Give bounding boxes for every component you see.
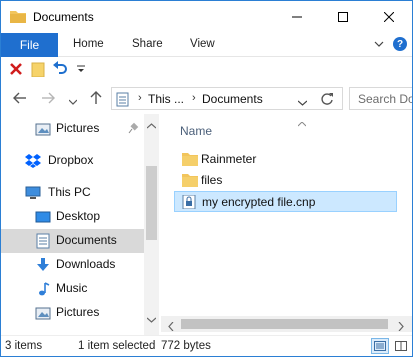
- selection-status: 1 item selected: [78, 340, 156, 352]
- breadcrumb-separator-icon[interactable]: ›: [192, 92, 196, 104]
- nav-item-music[interactable]: Music: [1, 277, 144, 301]
- up-icon[interactable]: [89, 91, 103, 108]
- file-name: Rainmeter: [201, 152, 257, 166]
- nav-label: Pictures: [56, 305, 100, 319]
- nav-item-pictures[interactable]: Pictures: [1, 301, 144, 325]
- scroll-down-icon[interactable]: [146, 312, 157, 326]
- horizontal-scrollbar[interactable]: [161, 316, 412, 332]
- this-pc-icon: [25, 185, 41, 201]
- folder-icon: [182, 152, 198, 166]
- undo-icon[interactable]: [52, 61, 68, 80]
- address-dropdown-icon[interactable]: [297, 95, 308, 109]
- folder-icon: [10, 10, 26, 23]
- status-bar: 3 items 1 item selected 772 bytes: [1, 335, 412, 356]
- pictures-icon: [35, 121, 51, 137]
- address-bar[interactable]: › This ... › Documents: [111, 87, 343, 110]
- details-view-icon: [374, 341, 386, 351]
- minimize-button[interactable]: [274, 1, 320, 33]
- explorer-window: Documents File Home Share View ? › This …: [0, 0, 413, 357]
- nav-item-pictures-quick[interactable]: Pictures: [1, 117, 144, 141]
- maximize-icon: [338, 12, 348, 22]
- large-icons-view-icon: [395, 341, 407, 351]
- nav-label: Pictures: [56, 121, 100, 135]
- breadcrumb-separator-icon[interactable]: ›: [138, 92, 142, 104]
- nav-item-this-pc[interactable]: This PC: [1, 181, 144, 205]
- breadcrumb-documents[interactable]: Documents: [202, 92, 263, 106]
- selection-size: 772 bytes: [161, 340, 211, 352]
- minimize-icon: [292, 16, 302, 18]
- details-view-button[interactable]: [371, 338, 389, 354]
- forward-icon[interactable]: [41, 91, 55, 108]
- sort-ascending-icon: [297, 116, 307, 130]
- file-row-encrypted[interactable]: my encrypted file.cnp: [174, 191, 397, 212]
- file-name: files: [201, 173, 223, 187]
- nav-label: Dropbox: [48, 153, 94, 167]
- scroll-left-icon[interactable]: [168, 320, 174, 334]
- column-header-name[interactable]: Name: [180, 124, 212, 138]
- back-icon[interactable]: [13, 91, 27, 108]
- nav-item-downloads[interactable]: Downloads: [1, 253, 144, 277]
- close-icon: [384, 12, 394, 22]
- search-input[interactable]: Search Documents: [349, 87, 412, 110]
- encrypted-file-icon: [182, 194, 198, 210]
- scroll-thumb[interactable]: [181, 319, 388, 329]
- new-folder-icon[interactable]: [30, 61, 46, 80]
- tab-view[interactable]: View: [190, 38, 215, 50]
- file-row-rainmeter[interactable]: Rainmeter: [174, 149, 397, 170]
- tab-file[interactable]: File: [1, 33, 58, 57]
- pictures-icon: [35, 305, 51, 321]
- breadcrumb-this-pc[interactable]: This ...: [148, 92, 184, 106]
- desktop-icon: [35, 209, 51, 225]
- nav-label: Downloads: [56, 257, 116, 271]
- maximize-button[interactable]: [320, 1, 366, 33]
- large-icons-view-button[interactable]: [392, 338, 410, 354]
- folder-icon: [182, 173, 198, 187]
- recent-locations-icon[interactable]: [68, 94, 78, 108]
- nav-label: Music: [56, 281, 88, 295]
- nav-scrollbar[interactable]: [144, 114, 159, 335]
- window-title: Documents: [33, 10, 94, 24]
- nav-item-desktop[interactable]: Desktop: [1, 205, 144, 229]
- expand-ribbon-icon[interactable]: [374, 38, 384, 52]
- scroll-up-icon[interactable]: [146, 118, 157, 132]
- search-placeholder: Search Documents: [358, 92, 412, 106]
- file-name: my encrypted file.cnp: [202, 195, 316, 209]
- music-icon: [35, 281, 51, 297]
- navigation-pane: Pictures Dropbox This PC Desktop Documen…: [1, 114, 159, 335]
- customize-toolbar-icon[interactable]: [77, 63, 85, 77]
- documents-icon: [35, 233, 51, 249]
- title-bar: Documents: [1, 1, 412, 33]
- close-button[interactable]: [366, 1, 412, 33]
- item-count: 3 items: [5, 340, 43, 352]
- scroll-right-icon[interactable]: [398, 320, 404, 334]
- nav-item-dropbox[interactable]: Dropbox: [1, 149, 144, 173]
- dropbox-icon: [25, 153, 41, 169]
- tab-home[interactable]: Home: [73, 38, 104, 50]
- refresh-icon[interactable]: [320, 92, 334, 109]
- nav-label: Documents: [56, 233, 117, 247]
- nav-item-documents[interactable]: Documents: [1, 229, 144, 253]
- delete-icon[interactable]: [8, 61, 24, 80]
- ribbon-tabs: File Home Share View ?: [1, 33, 412, 57]
- nav-label: This PC: [48, 185, 91, 199]
- file-row-files[interactable]: files: [174, 170, 397, 191]
- nav-label: Desktop: [56, 209, 101, 223]
- address-row: › This ... › Documents Search Documents: [1, 84, 412, 114]
- downloads-icon: [35, 257, 51, 273]
- file-list: Name Rainmeter files my encrypted file.c…: [161, 114, 412, 335]
- help-icon[interactable]: ?: [393, 37, 407, 51]
- quick-access-toolbar: [1, 58, 412, 82]
- scroll-thumb[interactable]: [146, 166, 157, 240]
- pin-icon[interactable]: [127, 122, 139, 137]
- documents-icon: [116, 92, 129, 110]
- tab-share[interactable]: Share: [132, 38, 163, 50]
